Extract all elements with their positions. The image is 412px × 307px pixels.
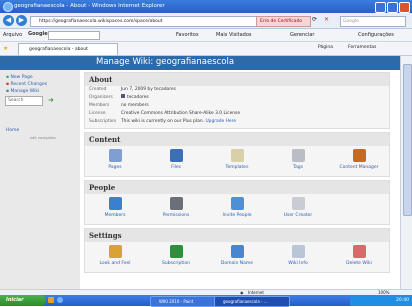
wiki-search-input[interactable]: Search xyxy=(5,96,43,106)
domain-name-tile[interactable]: Domain Name xyxy=(212,245,262,266)
page-content: Manage Wiki: geografianaescola ▪ New Pag… xyxy=(0,56,400,289)
content-panel: Content Pages Files Templates Tags Conte… xyxy=(84,132,390,177)
members-icon xyxy=(108,197,122,210)
files-icon xyxy=(169,149,183,162)
tab-label: geografianaescola - about xyxy=(29,47,88,52)
google-search-input[interactable] xyxy=(48,31,100,40)
window-title: geografianaescola - About - Windows Inte… xyxy=(14,3,165,9)
menu-arquivo[interactable]: Arquivo xyxy=(3,32,22,38)
people-panel: People Members Permissions Invite People… xyxy=(84,180,390,225)
about-row-created: Created Jun 7, 2009 by tecadores xyxy=(89,87,176,92)
permissions-tile[interactable]: Permissions xyxy=(151,197,201,218)
configuracoes-button[interactable]: Configurações xyxy=(358,32,394,38)
ie-logo-icon xyxy=(3,2,13,12)
templates-tile[interactable]: Templates xyxy=(212,149,262,170)
task-paint[interactable]: WIKI 2010 - Paint xyxy=(150,296,218,307)
search-go-icon[interactable]: ➜ xyxy=(48,96,54,104)
maximize-button[interactable] xyxy=(387,2,398,13)
stop-icon[interactable]: ✕ xyxy=(324,16,329,23)
quicklaunch-ie-icon[interactable] xyxy=(57,297,63,303)
quicklaunch-folder-icon[interactable] xyxy=(48,297,54,303)
files-tile[interactable]: Files xyxy=(151,149,201,170)
vertical-scrollbar[interactable] xyxy=(400,56,412,289)
tags-icon xyxy=(291,149,305,162)
look-and-feel-icon xyxy=(108,245,122,258)
permissions-icon xyxy=(169,197,183,210)
start-button[interactable]: Iniciar xyxy=(0,295,46,306)
wiki-header: Manage Wiki: geografianaescola xyxy=(0,56,400,70)
favoritos-button[interactable]: Favoritos xyxy=(176,32,199,38)
settings-heading: Settings xyxy=(85,229,389,242)
favorites-star-icon[interactable]: ★ xyxy=(3,45,8,52)
wiki-info-tile[interactable]: Wiki Info xyxy=(273,245,323,266)
subscription-tile[interactable]: Subscription xyxy=(151,245,201,266)
system-tray: 20:40 xyxy=(350,295,412,306)
address-toolbar: ◀ ▶ https://geografianaescola.wikispaces… xyxy=(0,13,412,29)
tab-geografianaescola[interactable]: geografianaescola - about xyxy=(18,43,118,55)
sidebar-item-recent-changes[interactable]: ▪ Recent Changes xyxy=(6,81,47,88)
subscription-icon xyxy=(169,245,183,258)
delete-wiki-tile[interactable]: Delete Wiki xyxy=(334,245,384,266)
gerenciar-button[interactable]: Gerenciar xyxy=(290,32,314,38)
about-heading: About xyxy=(85,73,389,86)
domain-name-icon xyxy=(230,245,244,258)
upgrade-link[interactable]: Upgrade Here xyxy=(205,119,236,124)
scrollbar-thumb[interactable] xyxy=(403,64,412,216)
sidebar-item-new-page[interactable]: ▪ New Page xyxy=(6,74,47,81)
forward-icon[interactable]: ▶ xyxy=(16,15,27,26)
certificate-error-badge[interactable]: Erro de Certificado xyxy=(256,16,311,27)
members-tile[interactable]: Members xyxy=(90,197,140,218)
about-row-license: License Creative Commons Attribution Sha… xyxy=(89,111,241,116)
windows-taskbar: Iniciar WIKI 2010 - Paint geografianaesc… xyxy=(0,295,412,307)
tab-bar: ★ geografianaescola - about Página Ferra… xyxy=(0,42,412,56)
wiki-info-icon xyxy=(291,245,305,258)
content-heading: Content xyxy=(85,133,389,146)
mais-visitados-button[interactable]: Mais Visitados xyxy=(216,32,252,38)
user-creator-tile[interactable]: User Creator xyxy=(273,197,323,218)
look-and-feel-tile[interactable]: Look and Feel xyxy=(90,245,140,266)
ferramentas-menu[interactable]: Ferramentas xyxy=(348,45,376,50)
content-manager-icon xyxy=(352,149,366,162)
new-page-icon: ▪ xyxy=(6,75,10,80)
about-row-members: Members no members xyxy=(89,103,149,108)
address-input[interactable]: https://geografianaescola.wikispaces.com… xyxy=(30,16,260,27)
sidebar-item-manage-wiki[interactable]: ▪ Manage Wiki xyxy=(6,88,47,95)
tags-tile[interactable]: Tags xyxy=(273,149,323,170)
close-button[interactable] xyxy=(399,2,410,13)
about-row-organizers: Organizers tecadores xyxy=(89,94,149,100)
home-link[interactable]: Home xyxy=(6,128,19,133)
minimize-button[interactable] xyxy=(375,2,386,13)
pagina-menu[interactable]: Página xyxy=(318,45,333,50)
invite-people-icon xyxy=(230,197,244,210)
refresh-icon[interactable]: ⟳ xyxy=(312,16,317,23)
user-creator-icon xyxy=(291,197,305,210)
clock: 20:40 xyxy=(396,298,409,303)
templates-icon xyxy=(230,149,244,162)
content-manager-tile[interactable]: Content Manager xyxy=(334,149,384,170)
search-input[interactable]: Google xyxy=(340,16,406,27)
wiki-sidebar: ▪ New Page ▪ Recent Changes ▪ Manage Wik… xyxy=(0,70,80,289)
about-panel: About Created Jun 7, 2009 by tecadores O… xyxy=(84,72,390,129)
page-title: Manage Wiki: geografianaescola xyxy=(96,57,235,67)
pages-tile[interactable]: Pages xyxy=(90,149,140,170)
google-label: Google xyxy=(28,31,48,37)
invite-people-tile[interactable]: Invite People xyxy=(212,197,262,218)
task-browser[interactable]: geografianaescola - ... xyxy=(214,296,290,307)
delete-wiki-icon xyxy=(352,245,366,258)
organizer-avatar xyxy=(121,94,125,98)
edit-navigation-link[interactable]: edit navigation xyxy=(30,136,56,140)
window-title-bar: geografianaescola - About - Windows Inte… xyxy=(0,0,412,13)
manage-wiki-main: About Created Jun 7, 2009 by tecadores O… xyxy=(84,72,390,276)
about-row-subscription: Subscription This wiki is currently on o… xyxy=(89,119,237,124)
pages-icon xyxy=(108,149,122,162)
people-heading: People xyxy=(85,181,389,194)
recent-changes-icon: ▪ xyxy=(6,82,10,87)
settings-panel: Settings Look and Feel Subscription Doma… xyxy=(84,228,390,273)
manage-wiki-icon: ▪ xyxy=(6,89,10,94)
google-toolbar: Arquivo Google Favoritos Mais Visitados … xyxy=(0,29,412,42)
back-icon[interactable]: ◀ xyxy=(3,15,14,26)
